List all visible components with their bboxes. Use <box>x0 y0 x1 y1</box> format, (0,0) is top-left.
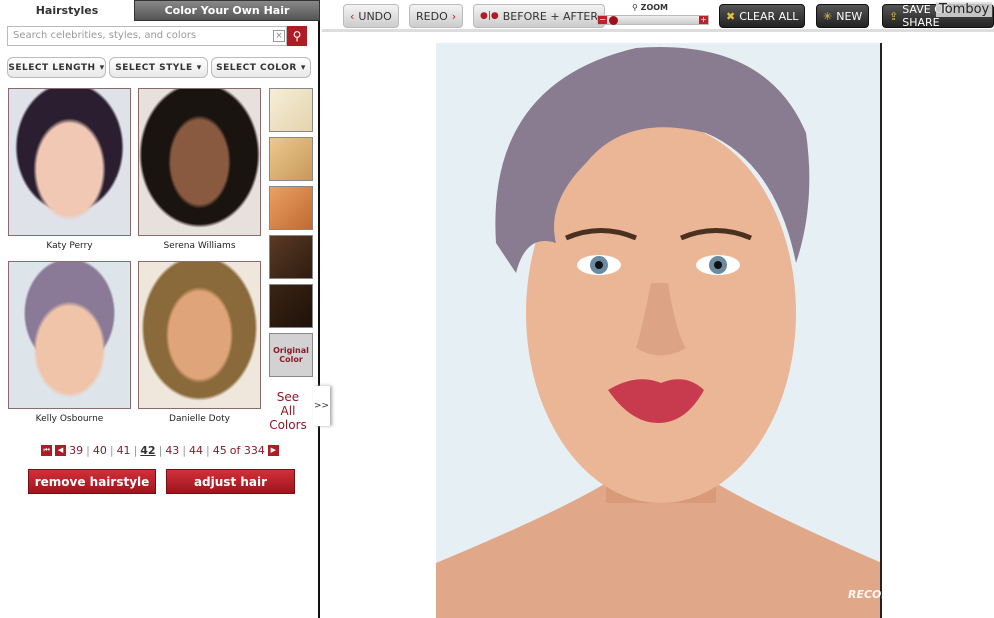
sparkle-icon: ✳ <box>823 9 833 23</box>
left-panel: Hairstyles Color Your Own Hair Search ce… <box>0 0 330 618</box>
before-after-button[interactable]: ●|● BEFORE + AFTER <box>473 4 606 28</box>
next-page-icon[interactable]: ▶ <box>267 445 279 456</box>
dropdown-label: SELECT STYLE <box>115 62 193 73</box>
hairstyle-thumb-kelly-osbourne[interactable] <box>8 261 131 409</box>
pagination: ⏮ ◀ 39 | 40 | 41 | 42 | 43 | 44 | 45 of 334 ▶ <box>0 444 320 457</box>
thumb-label: Kelly Osbourne <box>35 414 104 424</box>
page-43[interactable]: 43 <box>165 444 179 457</box>
zoom-in-icon[interactable]: + <box>699 16 708 24</box>
zoom-out-icon[interactable]: − <box>598 16 607 24</box>
clear-all-button[interactable]: ✖ CLEAR ALL <box>719 4 806 28</box>
undo-label: UNDO <box>358 9 392 23</box>
caret-down-icon: ▾ <box>300 62 306 73</box>
hair-color-swatch-platinum[interactable] <box>269 88 313 132</box>
hairstyle-thumb-danielle-doty[interactable] <box>138 261 261 409</box>
original-color-swatch[interactable]: Original Color <box>269 333 313 377</box>
caret-down-icon: ▾ <box>196 62 202 73</box>
before-after-label: BEFORE + AFTER <box>502 9 599 23</box>
undo-button[interactable]: ‹ UNDO <box>343 4 399 28</box>
dropdown-label: SELECT COLOR <box>216 62 297 73</box>
face-preview-image <box>436 47 880 618</box>
expand-colors-button[interactable]: >> <box>313 386 330 426</box>
search-button[interactable]: ⚲ <box>287 26 307 46</box>
thumb-label: Katy Perry <box>46 241 93 251</box>
dropdown-label: SELECT LENGTH <box>8 62 96 73</box>
page-39[interactable]: 39 <box>69 444 83 457</box>
thumb-label: Serena Williams <box>163 241 236 251</box>
page-45[interactable]: 45 <box>213 444 227 457</box>
tab-color-your-own-hair[interactable]: Color Your Own Hair <box>134 0 320 21</box>
magnifier-icon: ⚲ <box>632 3 641 12</box>
hair-color-swatch-dark-brown[interactable] <box>269 284 313 328</box>
hair-color-swatch-brown[interactable] <box>269 235 313 279</box>
redo-label: REDO <box>416 9 448 23</box>
zoom-slider-handle[interactable] <box>609 16 618 25</box>
search-icon: ⚲ <box>292 29 302 43</box>
select-color-dropdown[interactable]: SELECT COLOR ▾ <box>211 57 311 78</box>
clear-search-icon[interactable]: × <box>273 30 285 42</box>
x-icon: ✖ <box>726 9 736 23</box>
redo-button[interactable]: REDO › <box>409 4 464 28</box>
zoom-label: ⚲ ZOOM <box>632 3 668 12</box>
zoom-text: ZOOM <box>640 3 669 12</box>
watermark: RECOMMEND.RU <box>848 588 951 601</box>
select-style-dropdown[interactable]: SELECT STYLE ▾ <box>109 57 208 78</box>
tab-hairstyles[interactable]: Hairstyles <box>0 0 134 21</box>
see-all-colors-link[interactable]: See All Colors <box>268 390 308 432</box>
prev-page-icon[interactable]: ◀ <box>55 445 67 456</box>
hair-color-swatch-copper[interactable] <box>269 186 313 230</box>
remove-hairstyle-button[interactable]: remove hairstyle <box>28 469 156 494</box>
split-view-icon: ●|● <box>480 11 499 21</box>
style-name-overlay: Tomboy <box>936 2 993 17</box>
adjust-hair-button[interactable]: adjust hair <box>166 469 295 494</box>
thumb-label: Danielle Doty <box>169 414 230 424</box>
new-label: NEW <box>836 9 863 23</box>
chevron-left-icon: ‹ <box>350 9 355 23</box>
new-button[interactable]: ✳ NEW <box>816 4 870 28</box>
caret-down-icon: ▾ <box>99 62 105 73</box>
page-41[interactable]: 41 <box>117 444 131 457</box>
preview-photo <box>436 43 882 618</box>
first-page-icon[interactable]: ⏮ <box>41 445 53 456</box>
hairstyle-thumb-katy-perry[interactable] <box>8 88 131 236</box>
chevron-right-icon: › <box>451 9 457 23</box>
zoom-slider[interactable]: − + <box>597 15 709 25</box>
page-44[interactable]: 44 <box>189 444 203 457</box>
page-42-current[interactable]: 42 <box>140 444 155 457</box>
page-total: of 334 <box>229 444 265 457</box>
select-length-dropdown[interactable]: SELECT LENGTH ▾ <box>7 57 106 78</box>
hair-color-swatch-golden[interactable] <box>269 137 313 181</box>
hairstyle-thumb-serena-williams[interactable] <box>138 88 261 236</box>
search-input[interactable]: Search celebrities, styles, and colors <box>7 26 287 46</box>
share-icon: ⇪ <box>889 9 899 23</box>
page-40[interactable]: 40 <box>93 444 107 457</box>
clear-all-label: CLEAR ALL <box>739 9 799 23</box>
